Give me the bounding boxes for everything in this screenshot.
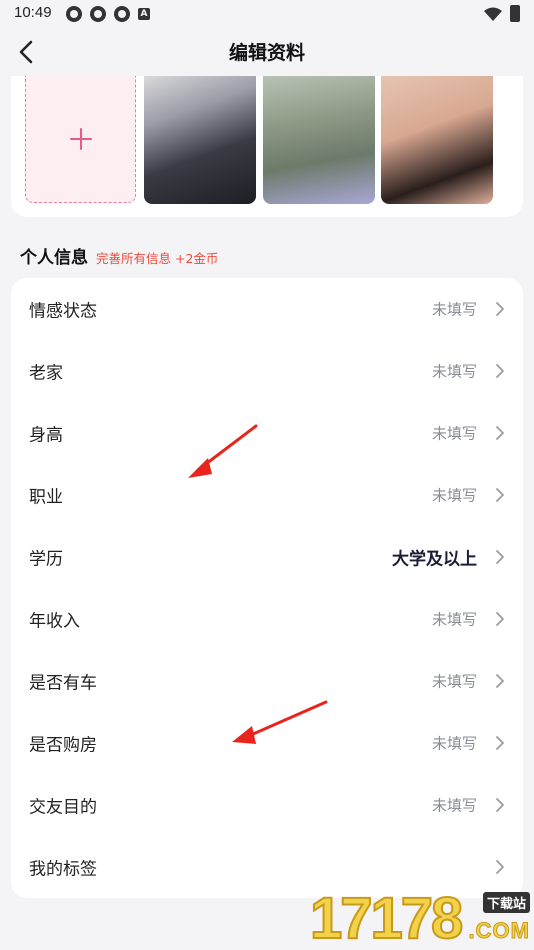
row-label: 交友目的 <box>29 797 97 818</box>
wifi-icon <box>484 7 502 21</box>
watermark-domain: .COM <box>468 918 530 944</box>
nav-bar: 编辑资料 <box>0 28 534 76</box>
row-annual-income[interactable]: 年收入 未填写 <box>11 588 523 650</box>
row-value: 未填写 <box>431 610 477 629</box>
photo-thumbnail-portrait[interactable] <box>381 76 493 204</box>
chevron-right-icon <box>496 302 504 316</box>
watermark-logo: 17178 下载站 .COM <box>309 886 534 950</box>
row-label: 职业 <box>29 487 63 508</box>
a-badge-icon: A <box>138 8 150 20</box>
status-bar: 10:49 A <box>0 0 534 28</box>
notification-icons: A <box>66 6 150 22</box>
row-value: 未填写 <box>431 672 477 691</box>
app-notification-icon <box>66 6 82 22</box>
row-label: 老家 <box>29 363 63 384</box>
app-notification-icon <box>90 6 106 22</box>
chevron-right-icon <box>496 860 504 874</box>
row-label: 年收入 <box>29 611 80 632</box>
page-title: 编辑资料 <box>228 42 305 64</box>
system-icons <box>484 5 520 22</box>
row-value: 未填写 <box>431 486 477 505</box>
chevron-right-icon <box>496 426 504 440</box>
row-occupation[interactable]: 职业 未填写 <box>11 464 523 526</box>
chevron-right-icon <box>496 798 504 812</box>
chevron-right-icon <box>496 550 504 564</box>
personal-info-header: 个人信息 完善所有信息 +2金币 <box>20 243 218 268</box>
add-photo-button[interactable] <box>25 76 136 203</box>
status-time: 10:49 <box>14 4 52 21</box>
row-hometown[interactable]: 老家 未填写 <box>11 340 523 402</box>
chevron-right-icon <box>496 674 504 688</box>
chevron-right-icon <box>496 364 504 378</box>
watermark-number: 17178 <box>309 886 464 950</box>
chevron-right-icon <box>496 612 504 626</box>
row-label: 我的标签 <box>29 859 97 880</box>
app-notification-icon <box>114 6 130 22</box>
battery-icon <box>510 5 520 22</box>
photo-thumbnail-anime[interactable] <box>144 76 256 204</box>
row-house-ownership[interactable]: 是否购房 未填写 <box>11 712 523 774</box>
row-height[interactable]: 身高 未填写 <box>11 402 523 464</box>
row-value: 未填写 <box>431 796 477 815</box>
chevron-right-icon <box>496 736 504 750</box>
section-hint: 完善所有信息 +2金币 <box>96 251 219 266</box>
plus-icon <box>69 128 92 150</box>
row-value: 未填写 <box>431 734 477 753</box>
photo-gallery <box>11 76 523 217</box>
row-value: 大学及以上 <box>392 549 477 570</box>
row-value: 未填写 <box>431 424 477 443</box>
photo-thumbnail-cat[interactable] <box>263 76 375 204</box>
row-dating-purpose[interactable]: 交友目的 未填写 <box>11 774 523 836</box>
row-value: 未填写 <box>431 300 477 319</box>
row-label: 情感状态 <box>29 301 97 322</box>
row-label: 身高 <box>29 425 63 446</box>
row-label: 是否购房 <box>29 735 97 756</box>
row-value: 未填写 <box>431 362 477 381</box>
row-label: 学历 <box>29 549 63 570</box>
row-education[interactable]: 学历 大学及以上 <box>11 526 523 588</box>
chevron-right-icon <box>496 488 504 502</box>
row-relationship-status[interactable]: 情感状态 未填写 <box>11 278 523 340</box>
watermark-tag: 下载站 <box>482 892 530 913</box>
row-car-ownership[interactable]: 是否有车 未填写 <box>11 650 523 712</box>
personal-info-list: 情感状态 未填写 老家 未填写 身高 未填写 职业 未填写 学历 大学及以上 年… <box>11 278 523 898</box>
section-title: 个人信息 <box>20 248 88 268</box>
row-label: 是否有车 <box>29 673 97 694</box>
